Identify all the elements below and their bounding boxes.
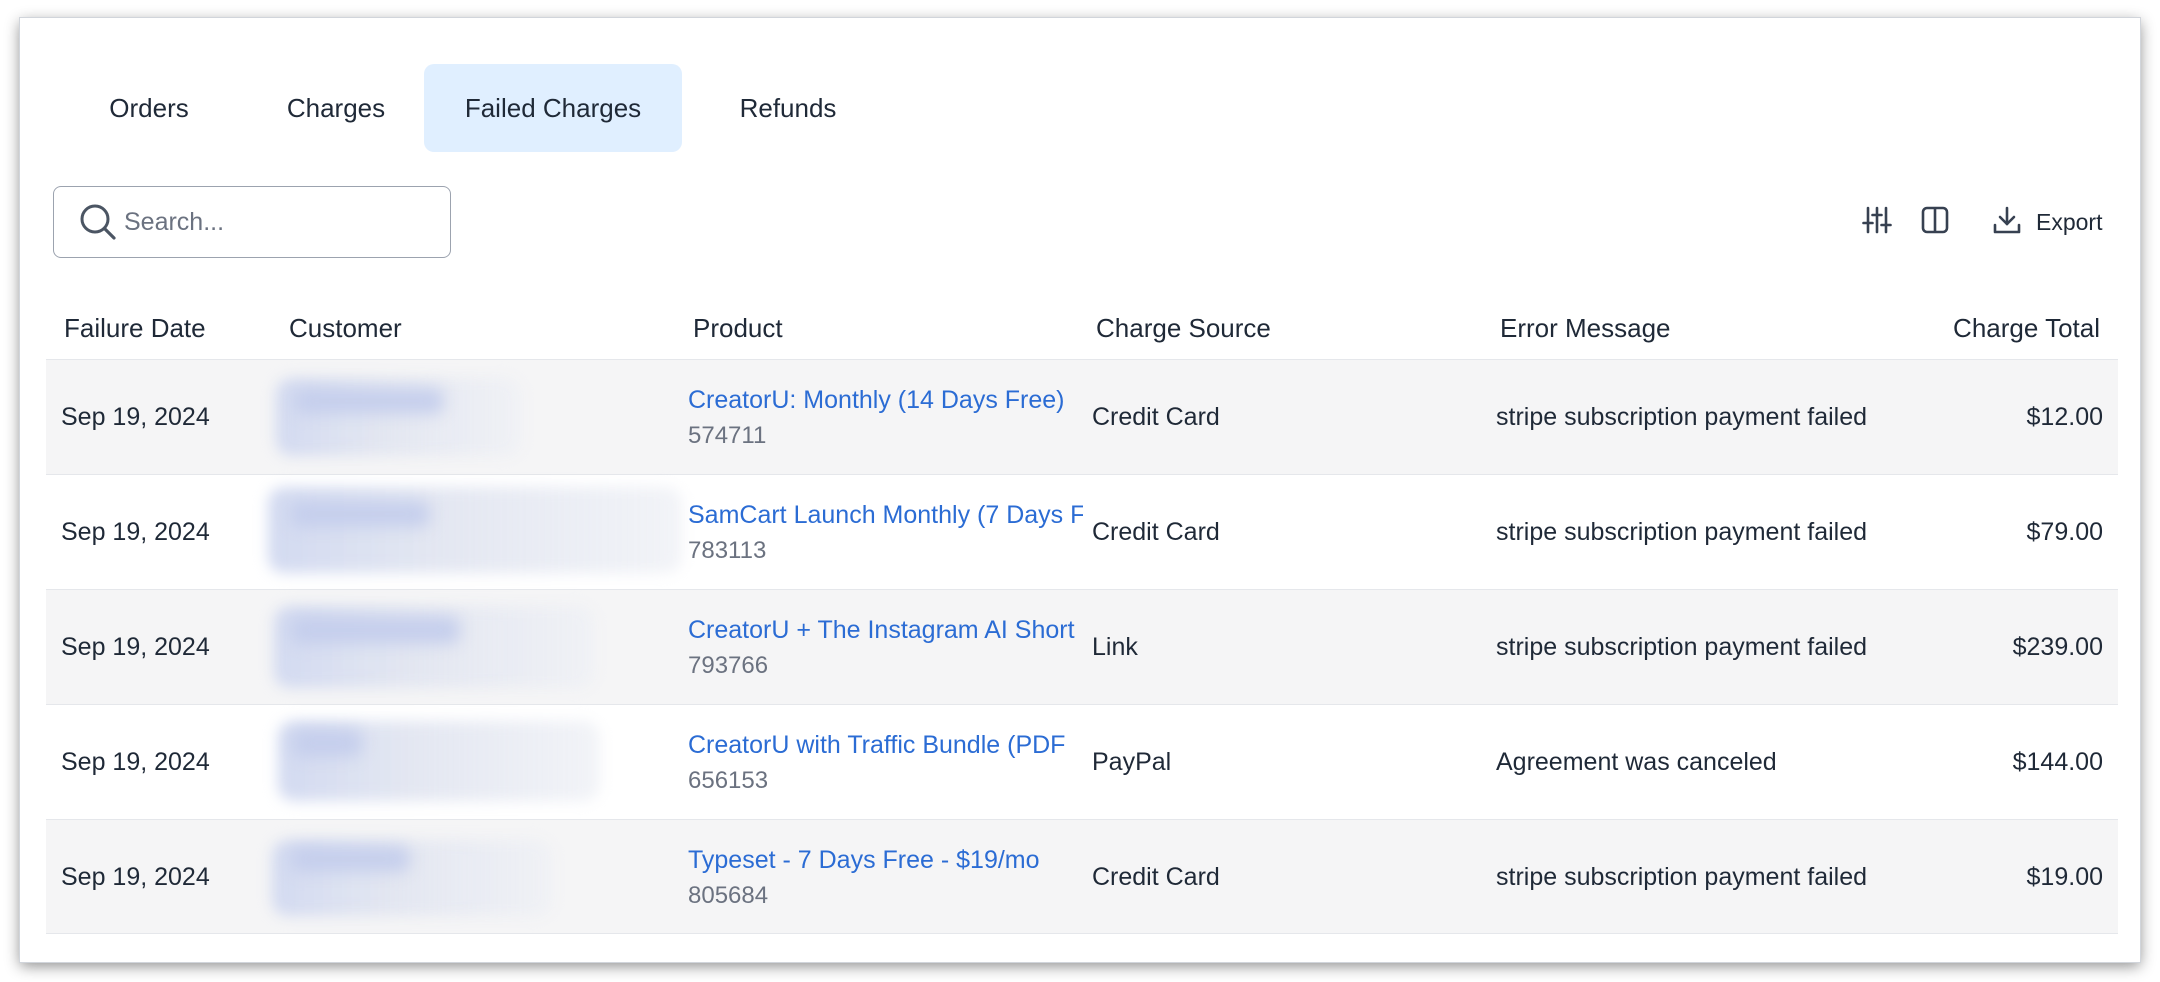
download-icon (1992, 205, 2022, 240)
failure-date: Sep 19, 2024 (61, 633, 210, 661)
table-row[interactable]: Sep 19, 2024 Typeset - 7 Days Free - $19… (46, 819, 2118, 934)
product-id: 783113 (688, 536, 767, 564)
failure-date: Sep 19, 2024 (61, 403, 210, 431)
product-link[interactable]: SamCart Launch Monthly (7 Days F (688, 498, 1083, 532)
column-header-customer[interactable]: Customer (289, 288, 402, 368)
product-id: 805684 (688, 881, 769, 909)
product-cell: CreatorU with Traffic Bundle (PDF 656153 (688, 705, 1083, 820)
error-message: stripe subscription payment failed (1496, 863, 1868, 891)
customer-cell-redacted[interactable] (272, 820, 562, 935)
tab-failed-charges[interactable]: Failed Charges (424, 64, 682, 152)
column-header-charge-total[interactable]: Charge Total (1953, 288, 2100, 368)
error-message: Agreement was canceled (1496, 748, 1777, 776)
export-label: Export (2036, 208, 2103, 235)
product-link[interactable]: CreatorU: Monthly (14 Days Free) (688, 383, 1083, 417)
charge-source: PayPal (1092, 748, 1172, 776)
product-id: 793766 (688, 651, 769, 679)
error-message: stripe subscription payment failed (1496, 633, 1868, 661)
product-cell: Typeset - 7 Days Free - $19/mo 805684 (688, 820, 1083, 935)
charge-total: $12.00 (2026, 403, 2103, 431)
customer-cell-redacted[interactable] (278, 705, 608, 820)
tab-orders[interactable]: Orders (70, 64, 228, 152)
table-row[interactable]: Sep 19, 2024 CreatorU with Traffic Bundl… (46, 704, 2118, 819)
charge-total: $144.00 (2012, 748, 2103, 776)
charge-total: $19.00 (2026, 863, 2103, 891)
product-link[interactable]: Typeset - 7 Days Free - $19/mo (688, 843, 1083, 877)
error-message: stripe subscription payment failed (1496, 518, 1868, 546)
search-box[interactable] (53, 186, 458, 258)
table-body: Sep 19, 2024 CreatorU: Monthly (14 Days … (46, 359, 2118, 934)
customer-cell-redacted[interactable] (276, 360, 526, 475)
failure-date: Sep 19, 2024 (61, 748, 210, 776)
charge-total: $79.00 (2026, 518, 2103, 546)
export-button[interactable]: Export (1992, 202, 2102, 242)
product-cell: CreatorU + The Instagram AI Short 793766 (688, 590, 1083, 705)
customer-cell-redacted[interactable] (274, 590, 604, 705)
product-id: 574711 (688, 421, 767, 449)
column-header-error-message[interactable]: Error Message (1500, 288, 1671, 368)
charge-source: Credit Card (1092, 403, 1220, 431)
product-cell: CreatorU: Monthly (14 Days Free) 574711 (688, 360, 1083, 475)
table-row[interactable]: Sep 19, 2024 CreatorU + The Instagram AI… (46, 589, 2118, 704)
search-input[interactable] (124, 207, 458, 237)
product-id: 656153 (688, 766, 769, 794)
columns-icon (1920, 205, 1950, 240)
charge-source: Credit Card (1092, 863, 1220, 891)
search-icon (78, 202, 118, 242)
tab-charges[interactable]: Charges (256, 64, 416, 152)
product-link[interactable]: CreatorU + The Instagram AI Short (688, 613, 1083, 647)
error-message: stripe subscription payment failed (1496, 403, 1868, 431)
product-link[interactable]: CreatorU with Traffic Bundle (PDF (688, 728, 1083, 762)
filter-button[interactable] (1862, 202, 1892, 242)
columns-button[interactable] (1920, 202, 1950, 242)
charge-source: Link (1092, 633, 1138, 661)
product-cell: SamCart Launch Monthly (7 Days F 783113 (688, 475, 1083, 590)
column-header-product[interactable]: Product (693, 288, 783, 368)
table-row[interactable]: Sep 19, 2024 SamCart Launch Monthly (7 D… (46, 474, 2118, 589)
column-header-failure-date[interactable]: Failure Date (64, 288, 206, 368)
table-row[interactable]: Sep 19, 2024 CreatorU: Monthly (14 Days … (46, 359, 2118, 474)
tab-refunds[interactable]: Refunds (704, 64, 872, 152)
charge-source: Credit Card (1092, 518, 1220, 546)
column-header-charge-source[interactable]: Charge Source (1096, 288, 1271, 368)
tab-bar: Orders Charges Failed Charges Refunds (20, 18, 2140, 158)
charge-total: $239.00 (2012, 633, 2103, 661)
sliders-icon (1862, 205, 1892, 240)
customer-cell-redacted[interactable] (268, 475, 688, 590)
failure-date: Sep 19, 2024 (61, 863, 210, 891)
failed-charges-panel: Orders Charges Failed Charges Refunds Se… (20, 18, 2140, 962)
failure-date: Sep 19, 2024 (61, 518, 210, 546)
